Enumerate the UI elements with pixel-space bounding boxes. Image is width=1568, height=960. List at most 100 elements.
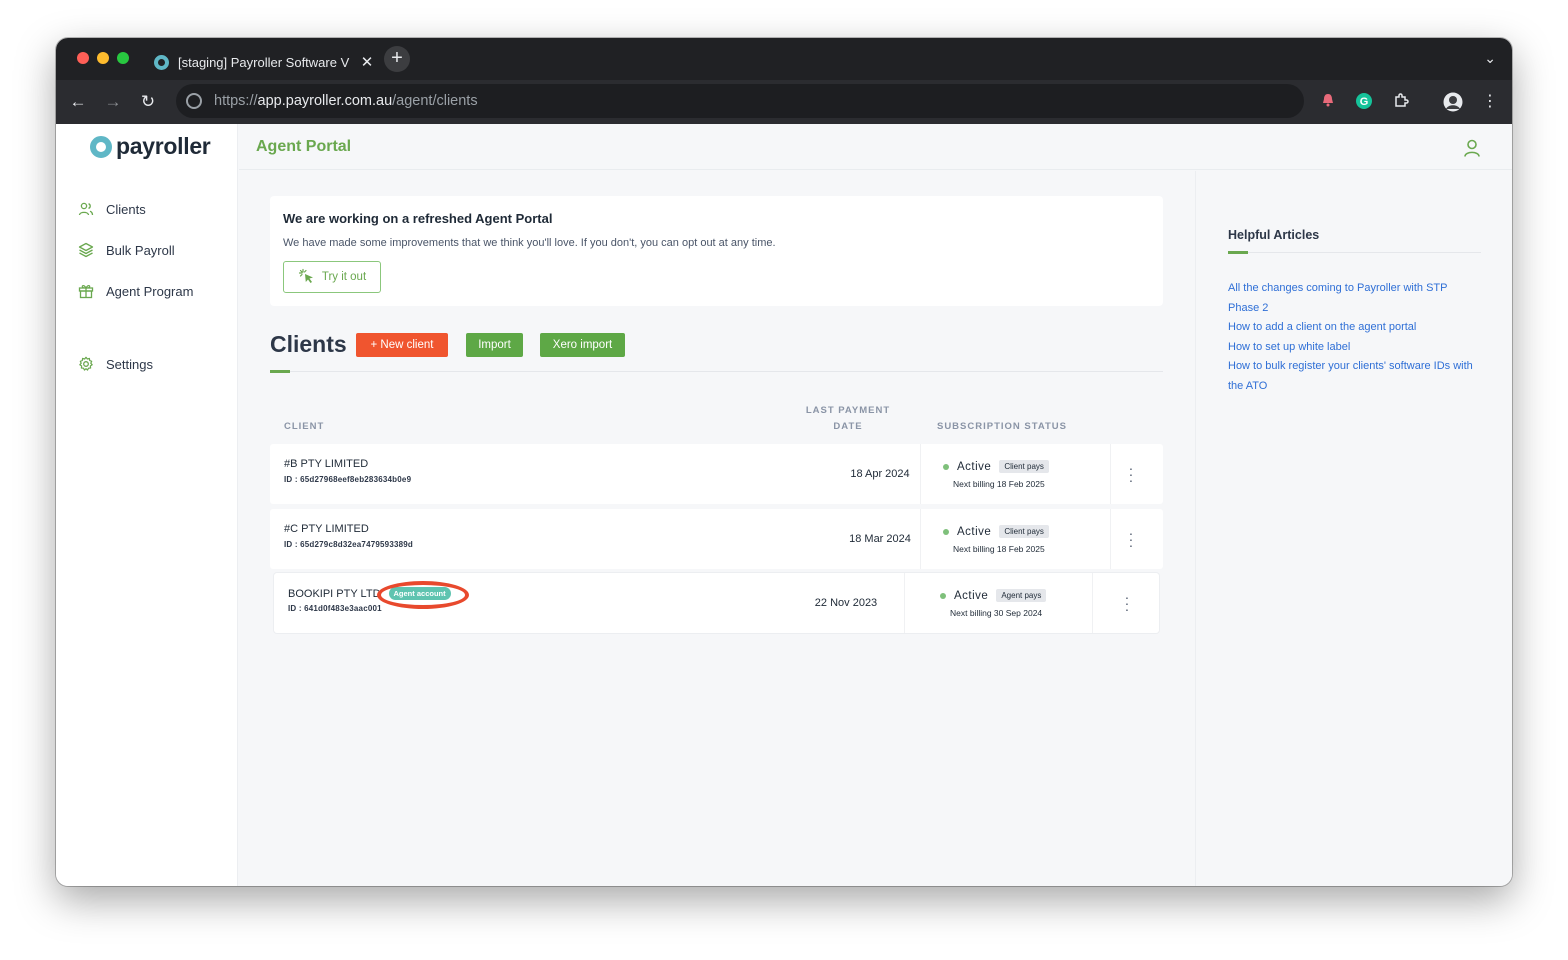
sidebar: payroller Clients Bulk Payroll Agent Pro… — [56, 124, 238, 886]
refresh-banner: We are working on a refreshed Agent Port… — [270, 196, 1163, 306]
header-divider — [290, 371, 1163, 372]
help-article-link[interactable]: All the changes coming to Payroller with… — [1228, 279, 1480, 318]
column-separator — [1092, 573, 1093, 633]
close-window-button[interactable] — [77, 52, 89, 64]
help-article-link[interactable]: How to set up white label — [1228, 338, 1480, 358]
maximize-window-button[interactable] — [117, 52, 129, 64]
sidebar-item-label: Clients — [106, 201, 146, 217]
highlight-ring — [376, 581, 469, 609]
last-payment-date: 18 Apr 2024 — [850, 468, 910, 480]
status-label: Active — [957, 525, 992, 538]
status-dot — [943, 463, 949, 470]
client-id: ID : 641d0f483e3aac001 — [288, 604, 382, 613]
payroller-logo[interactable]: payroller — [90, 133, 211, 160]
helpful-articles-title: Helpful Articles — [1228, 228, 1320, 242]
last-payment-date: 22 Nov 2023 — [814, 597, 878, 609]
subscription-status: Active Client pays — [943, 525, 1049, 538]
column-header-client: CLIENT — [284, 421, 325, 432]
table-row[interactable]: BOOKIPI PTY LTD Agent account ID : 641d0… — [274, 573, 1159, 633]
browser-menu-icon[interactable]: ⋮ — [1480, 92, 1500, 112]
browser-window: [staging] Payroller Software V ✕ + ⌄ ← →… — [56, 38, 1512, 886]
extension-bell-icon[interactable] — [1318, 92, 1338, 112]
layers-icon — [78, 242, 94, 258]
address-bar[interactable]: https://app.payroller.com.au/agent/clien… — [176, 84, 1304, 118]
payer-badge: Client pays — [999, 460, 1049, 473]
new-client-button[interactable]: + New client — [356, 333, 448, 357]
help-article-link[interactable]: How to bulk register your clients' softw… — [1228, 357, 1480, 396]
row-menu-icon[interactable]: · · · — [1127, 461, 1135, 487]
try-it-out-label: Try it out — [321, 271, 367, 283]
next-billing: Next billing 18 Feb 2025 — [953, 544, 1045, 554]
help-links: All the changes coming to Payroller with… — [1228, 279, 1480, 396]
sidebar-item-agent-program[interactable]: Agent Program — [78, 283, 193, 299]
url-text: https://app.payroller.com.au/agent/clien… — [214, 93, 478, 109]
tab-title: [staging] Payroller Software V — [178, 54, 350, 70]
column-separator — [1110, 509, 1111, 569]
main-content: We are working on a refreshed Agent Port… — [239, 171, 1195, 886]
row-menu-icon[interactable]: · · · — [1123, 590, 1131, 616]
reload-icon[interactable]: ↻ — [136, 90, 160, 114]
column-separator — [1110, 444, 1111, 504]
user-account-icon[interactable] — [1462, 138, 1482, 158]
extensions-puzzle-icon[interactable] — [1391, 92, 1411, 112]
browser-tab[interactable]: [staging] Payroller Software V ✕ — [142, 44, 378, 80]
status-label: Active — [957, 460, 992, 473]
minimize-window-button[interactable] — [97, 52, 109, 64]
try-it-out-button[interactable]: Try it out — [283, 261, 381, 293]
status-dot — [940, 592, 946, 599]
sidebar-item-label: Settings — [106, 356, 153, 372]
agent-account-badge: Agent account — [376, 581, 469, 609]
payroller-logo-icon — [90, 135, 112, 158]
new-tab-button[interactable]: + — [384, 46, 410, 72]
tab-strip: [staging] Payroller Software V ✕ + ⌄ — [56, 38, 1512, 80]
forward-arrow-icon[interactable]: → — [101, 90, 125, 114]
close-tab-icon[interactable]: ✕ — [356, 53, 378, 71]
column-header-subscription-status: SUBSCRIPTION STATUS — [936, 421, 1067, 432]
portal-title: Agent Portal — [256, 138, 352, 155]
subscription-status: Active Client pays — [943, 460, 1049, 473]
next-billing: Next billing 30 Sep 2024 — [950, 608, 1043, 618]
xero-import-button[interactable]: Xero import — [540, 333, 625, 357]
profile-avatar-icon[interactable] — [1443, 92, 1463, 112]
status-dot — [943, 528, 949, 535]
tab-search-chevron-icon[interactable]: ⌄ — [1484, 50, 1496, 67]
column-header-last-payment: LAST PAYMENT DATE — [805, 405, 891, 432]
subscription-status: Active Agent pays — [940, 589, 1047, 602]
status-label: Active — [954, 589, 989, 602]
cursor-click-icon — [298, 268, 313, 283]
banner-title: We are working on a refreshed Agent Port… — [283, 211, 553, 226]
table-row[interactable]: #C PTY LIMITED ID : 65d279c8d32ea7479593… — [270, 509, 1163, 569]
banner-text: We have made some improvements that we t… — [283, 237, 776, 249]
grammarly-icon[interactable]: G — [1354, 92, 1374, 112]
svg-text:G: G — [1360, 96, 1369, 108]
sidebar-item-label: Bulk Payroll — [106, 242, 175, 258]
client-id: ID : 65d27968eef8eb283634b0e9 — [284, 475, 412, 484]
top-bar: Agent Portal — [239, 124, 1512, 170]
helpful-articles-panel: Helpful Articles All the changes coming … — [1195, 171, 1512, 886]
help-article-link[interactable]: How to add a client on the agent portal — [1228, 318, 1480, 338]
import-button[interactable]: Import — [466, 333, 523, 357]
gear-icon — [79, 356, 93, 371]
app-area: payroller Clients Bulk Payroll Agent Pro… — [56, 124, 1512, 886]
browser-toolbar: ← → ↻ https://app.payroller.com.au/agent… — [56, 80, 1512, 124]
site-info-icon[interactable] — [186, 93, 202, 109]
sidebar-item-clients[interactable]: Clients — [78, 201, 146, 217]
client-id: ID : 65d279c8d32ea7479593389d — [284, 540, 414, 549]
client-name[interactable]: #C PTY LIMITED — [284, 523, 369, 535]
client-name[interactable]: #B PTY LIMITED — [284, 458, 368, 470]
sidebar-item-label: Agent Program — [106, 283, 194, 299]
next-billing: Next billing 18 Feb 2025 — [953, 479, 1045, 489]
last-payment-date: 18 Mar 2024 — [849, 533, 911, 545]
row-menu-icon[interactable]: · · · — [1127, 526, 1135, 552]
client-name[interactable]: BOOKIPI PTY LTD Agent account — [288, 581, 469, 609]
payroller-favicon-icon — [154, 54, 169, 70]
table-row[interactable]: #B PTY LIMITED ID : 65d27968eef8eb283634… — [270, 444, 1163, 504]
payer-badge: Agent pays — [996, 589, 1047, 602]
users-icon — [78, 202, 94, 216]
back-arrow-icon[interactable]: ← — [66, 90, 90, 114]
page-title: Clients — [270, 331, 347, 357]
sidebar-item-bulk-payroll[interactable]: Bulk Payroll — [78, 242, 175, 258]
sidebar-item-settings[interactable]: Settings — [78, 356, 153, 372]
help-divider — [1248, 252, 1481, 253]
help-title-underline — [1228, 251, 1248, 254]
